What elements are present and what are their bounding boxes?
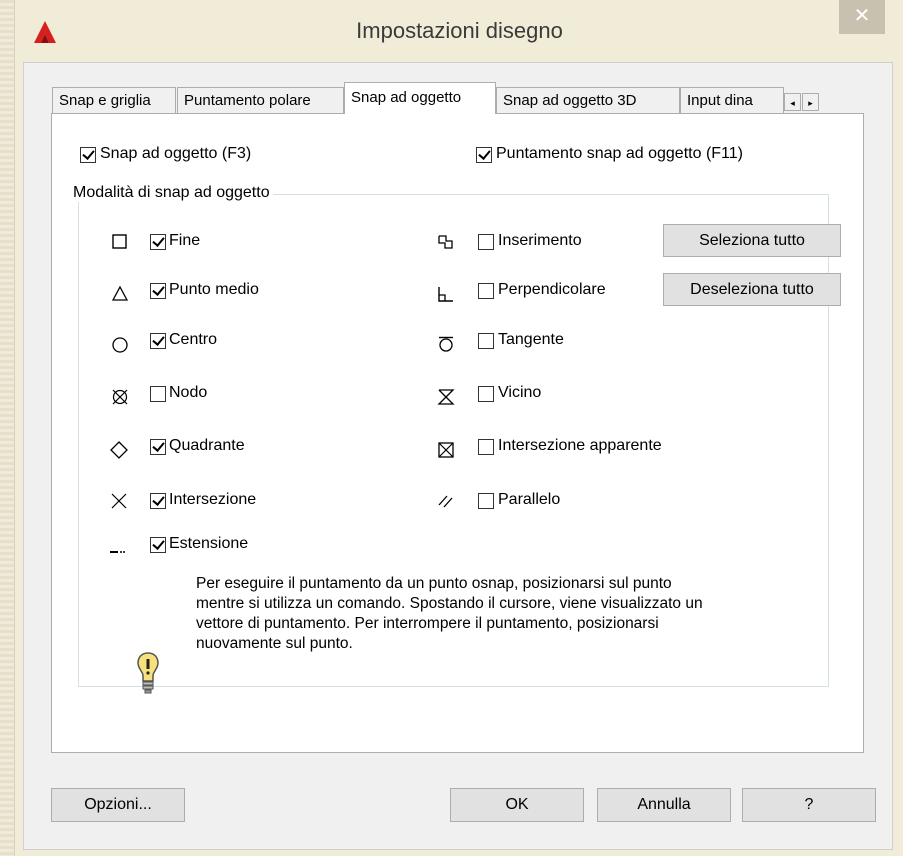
dialog-window: Impostazioni disegno ✕ Snap e griglia Pu… [14, 0, 903, 856]
tip-line: vettore di puntamento. Per interrompere … [196, 615, 659, 632]
centro-checkbox[interactable] [150, 333, 166, 349]
intersezione-apparente-checkbox[interactable] [478, 439, 494, 455]
vicino-label: Vicino [498, 384, 542, 401]
select-all-button[interactable]: Seleziona tutto [663, 224, 841, 257]
deselect-all-button[interactable]: Deseleziona tutto [663, 273, 841, 306]
punto-medio-label: Punto medio [169, 281, 259, 298]
tip-line: mentre si utilizza un comando. Spostando… [196, 595, 703, 612]
node-icon [112, 389, 128, 405]
centro-label: Centro [169, 331, 218, 348]
punto-medio-checkbox[interactable] [150, 283, 166, 299]
intersection-cross-icon [111, 493, 127, 509]
tab-scroll-left-icon[interactable]: ◂ [784, 93, 801, 111]
tab-scroll-right-icon[interactable]: ▸ [802, 93, 819, 111]
tab-puntamento-polare[interactable]: Puntamento polare [177, 87, 344, 113]
snap-oggetto-checkbox[interactable] [80, 147, 96, 163]
intersezione-label: Intersezione [169, 491, 257, 508]
dialog-client: Snap e griglia Puntamento polare Snap ad… [23, 62, 893, 850]
ok-label: OK [505, 796, 529, 813]
tab-snap-griglia[interactable]: Snap e griglia [52, 87, 176, 113]
help-button[interactable]: ? [742, 788, 876, 822]
center-circle-icon [112, 337, 128, 353]
tip-text: Per eseguire il puntamento da un punto o… [196, 574, 796, 654]
help-label: ? [804, 796, 814, 813]
fine-label: Fine [169, 232, 201, 249]
options-button[interactable]: Opzioni... [51, 788, 185, 822]
osnap-modes-group-title: Modalità di snap ad oggetto [70, 184, 273, 202]
close-button[interactable]: ✕ [839, 0, 885, 34]
tip-line: nuovamente sul punto. [196, 635, 353, 652]
nodo-label: Nodo [169, 384, 208, 401]
midpoint-triangle-icon [111, 285, 129, 301]
options-label: Opzioni... [84, 796, 152, 813]
deselect-all-label: Deseleziona tutto [690, 281, 814, 298]
parallelo-checkbox[interactable] [478, 493, 494, 509]
snap-oggetto-label: Snap ad oggetto (F3) [100, 145, 252, 162]
cancel-button[interactable]: Annulla [597, 788, 731, 822]
estensione-checkbox[interactable] [150, 537, 166, 553]
tangente-label: Tangente [498, 331, 564, 348]
tab-snap-oggetto[interactable]: Snap ad oggetto [344, 82, 496, 114]
fine-checkbox[interactable] [150, 234, 166, 250]
nearest-icon [437, 389, 455, 405]
parallel-icon [438, 495, 453, 508]
perpendicular-icon [438, 287, 453, 302]
quadrant-diamond-icon [110, 441, 128, 459]
tangente-checkbox[interactable] [478, 333, 494, 349]
nodo-checkbox[interactable] [150, 386, 166, 402]
title-bar: Impostazioni disegno ✕ [15, 0, 903, 60]
window-title: Impostazioni disegno [356, 18, 563, 43]
puntamento-snap-checkbox[interactable] [476, 147, 492, 163]
quadrante-label: Quadrante [169, 437, 245, 454]
apparent-intersection-icon [438, 442, 454, 458]
perpendicolare-checkbox[interactable] [478, 283, 494, 299]
tab-panel-snap-oggetto: Snap ad oggetto (F3) Puntamento snap ad … [51, 113, 864, 753]
estensione-label: Estensione [169, 535, 249, 552]
tip-line: Per eseguire il puntamento da un punto o… [196, 575, 672, 592]
inserimento-label: Inserimento [498, 232, 582, 249]
select-all-label: Seleziona tutto [699, 232, 805, 249]
insertion-icon [438, 235, 453, 249]
tab-input-dinamico[interactable]: Input dina [680, 87, 784, 113]
endpoint-square-icon [112, 234, 127, 249]
perpendicolare-label: Perpendicolare [498, 281, 606, 298]
ok-button[interactable]: OK [450, 788, 584, 822]
puntamento-snap-label: Puntamento snap ad oggetto (F11) [496, 145, 743, 162]
intersezione-apparente-label: Intersezione apparente [498, 437, 662, 454]
vicino-checkbox[interactable] [478, 386, 494, 402]
parallelo-label: Parallelo [498, 491, 561, 508]
inserimento-checkbox[interactable] [478, 234, 494, 250]
tab-snap-oggetto-3d[interactable]: Snap ad oggetto 3D [496, 87, 680, 113]
tangent-icon [439, 336, 453, 352]
lightbulb-icon [137, 652, 159, 694]
cancel-label: Annulla [637, 796, 691, 813]
extension-icon [110, 551, 125, 553]
intersezione-checkbox[interactable] [150, 493, 166, 509]
quadrante-checkbox[interactable] [150, 439, 166, 455]
